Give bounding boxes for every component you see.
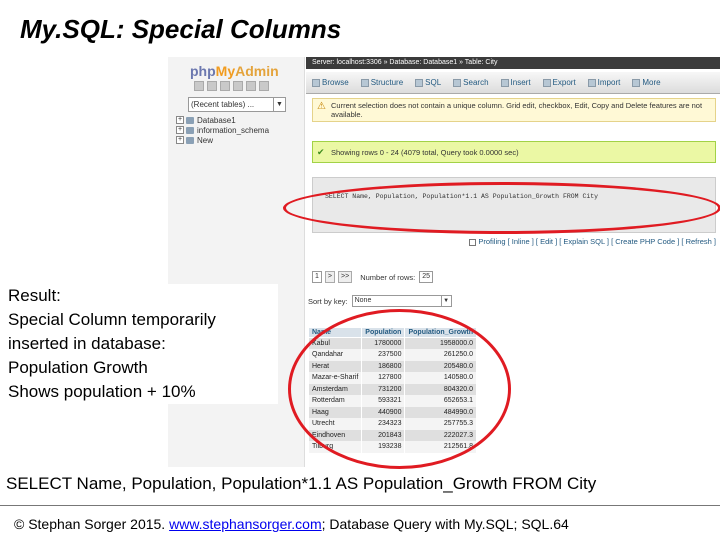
db-item-new[interactable]: + New	[176, 135, 269, 145]
pma-logo: phpMyAdmin	[190, 63, 279, 79]
last-page-button[interactable]: >>	[338, 271, 353, 283]
checkmark-icon: ✔	[317, 147, 325, 157]
chevron-down-icon: ▼	[273, 98, 285, 111]
next-page-button[interactable]: >	[324, 271, 335, 283]
highlight-ellipse-sql	[283, 182, 720, 234]
more-icon	[632, 78, 641, 87]
database-icon	[186, 126, 194, 134]
settings-icon[interactable]	[246, 81, 256, 91]
result-explanation: Result: Special Column temporarily inser…	[8, 284, 278, 404]
expand-icon[interactable]: +	[176, 136, 184, 144]
export-icon	[542, 78, 551, 87]
import-icon	[587, 78, 596, 87]
sort-select[interactable]: None ▼	[351, 295, 452, 307]
page-select[interactable]: 1	[312, 271, 322, 283]
db-item-database1[interactable]: + Database1	[176, 115, 269, 125]
sql-icon	[415, 78, 424, 87]
insert-icon	[500, 78, 509, 87]
footer-divider	[0, 505, 720, 506]
page-navigation: 1 > >> Number of rows: 25	[312, 269, 716, 285]
slide-title: My.SQL: Special Columns	[20, 14, 342, 44]
tab-insert[interactable]: Insert	[495, 78, 537, 87]
help-icon[interactable]	[220, 81, 230, 91]
tab-search[interactable]: Search	[447, 78, 494, 87]
warning-icon: ⚠	[317, 101, 326, 112]
db-item-information-schema[interactable]: + information_schema	[176, 125, 269, 135]
footer-link[interactable]: www.stephansorger.com	[169, 516, 322, 532]
reload-icon[interactable]	[259, 81, 269, 91]
sql-caption: SELECT Name, Population, Population*1.1 …	[6, 474, 597, 493]
tab-import[interactable]: Import	[582, 78, 627, 87]
success-message: ✔ Showing rows 0 - 24 (4079 total, Query …	[312, 141, 716, 163]
breadcrumb[interactable]: Server: localhost:3306 » Database: Datab…	[306, 57, 720, 69]
recent-tables-select[interactable]: (Recent tables) ... ▼	[188, 97, 286, 112]
home-icon[interactable]	[194, 81, 204, 91]
browse-icon	[312, 78, 320, 87]
database-tree: + Database1 + information_schema + New	[176, 115, 269, 145]
footer: © Stephan Sorger 2015. www.stephansorger…	[14, 516, 569, 532]
warning-message: ⚠ Current selection does not contain a un…	[312, 98, 716, 122]
pma-sidebar: phpMyAdmin (Recent tables) ... ▼ + Databas…	[168, 57, 305, 467]
rows-label: Number of rows:	[360, 272, 416, 282]
database-icon	[186, 136, 194, 144]
logout-icon[interactable]	[207, 81, 217, 91]
expand-icon[interactable]: +	[176, 126, 184, 134]
tab-export[interactable]: Export	[537, 78, 582, 87]
sidebar-toolbar	[194, 81, 269, 91]
docs-icon[interactable]	[233, 81, 243, 91]
structure-icon	[360, 78, 369, 87]
tab-structure[interactable]: Structure	[355, 78, 409, 87]
tab-sql[interactable]: SQL	[409, 78, 447, 87]
sort-row: Sort by key: None ▼	[308, 295, 452, 307]
highlight-ellipse-results	[288, 309, 511, 469]
tab-browse[interactable]: Browse	[306, 78, 355, 87]
tab-more[interactable]: More	[626, 78, 666, 87]
chevron-down-icon: ▼	[440, 296, 451, 306]
rows-select[interactable]: 25	[419, 271, 434, 283]
profiling-checkbox[interactable]	[469, 238, 477, 246]
sort-label: Sort by key:	[308, 296, 348, 306]
database-icon	[186, 116, 194, 124]
expand-icon[interactable]: +	[176, 116, 184, 124]
profiling-links[interactable]: Profiling [ Inline ] [ Edit ] [ Explain …	[312, 237, 716, 249]
tab-bar: Browse Structure SQL Search Insert Expor…	[306, 72, 720, 94]
search-icon	[453, 78, 462, 87]
